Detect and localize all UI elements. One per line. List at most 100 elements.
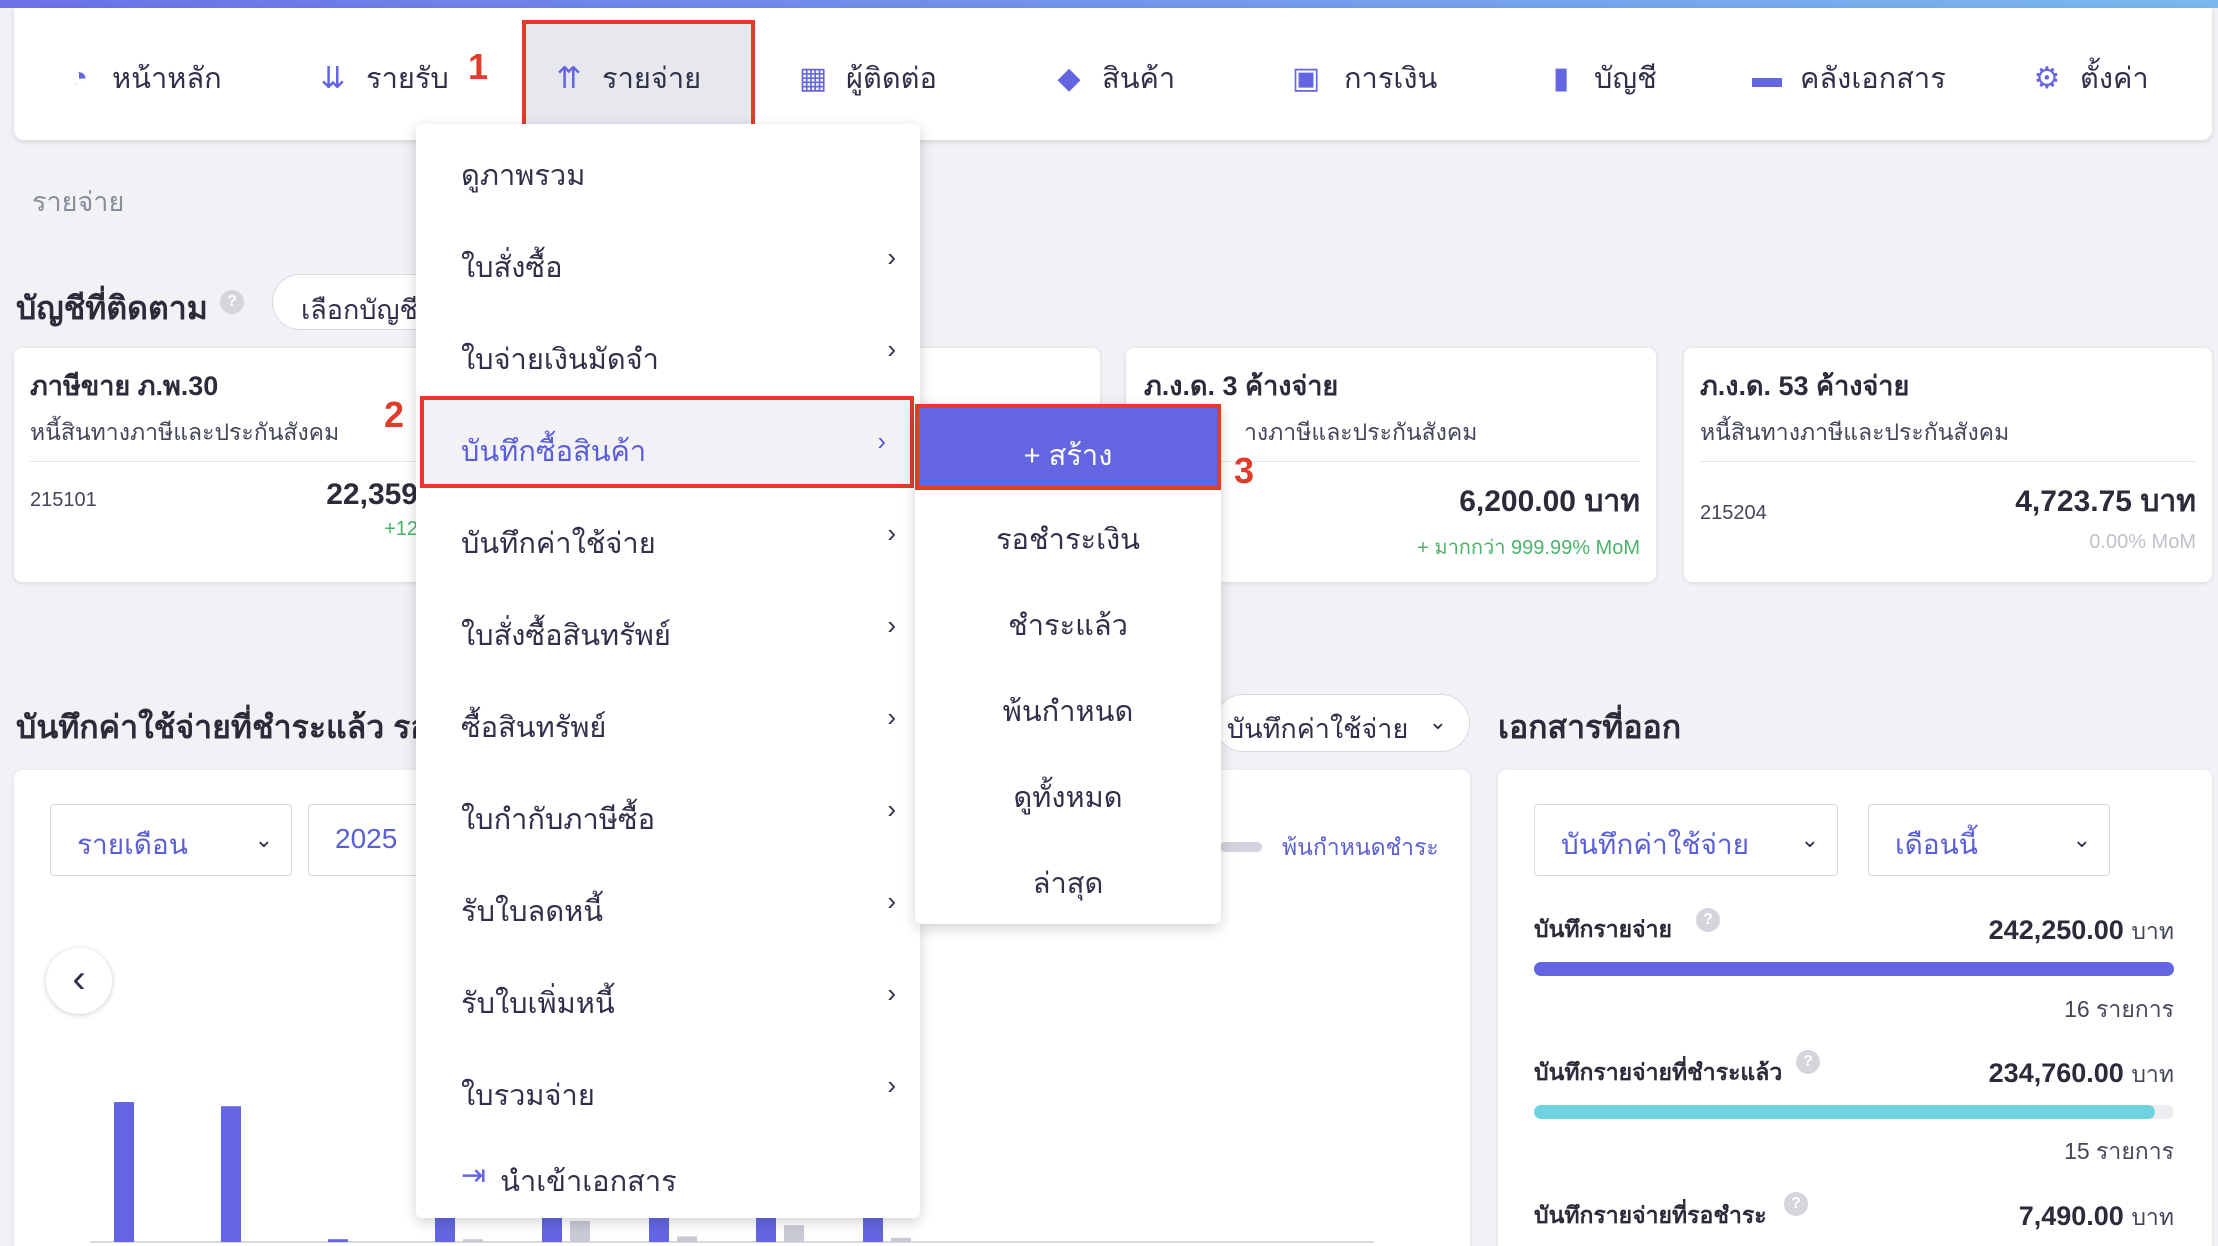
- issued-row-label: บันทึกรายจ่าย: [1534, 916, 1673, 942]
- amount-value: 7,490.00: [2018, 1201, 2124, 1231]
- menu-item-purchase-record[interactable]: บันทึกซื้อสินค้า ›: [420, 396, 914, 488]
- menu-item-label: ดูภาพรวม: [461, 160, 586, 192]
- submenu-item-awaiting-payment[interactable]: รอชำระเงิน: [915, 516, 1221, 562]
- nav-item-finance[interactable]: ▣ การเงิน: [1284, 48, 1438, 108]
- menu-item-import[interactable]: ⇥ นำเข้าเอกสาร: [416, 1130, 920, 1222]
- menu-item-purchase-order[interactable]: ใบสั่งซื้อ ›: [416, 216, 920, 308]
- issued-period-select[interactable]: เดือนนี้ ⌄: [1868, 804, 2110, 876]
- issued-row-amount: 234,760.00 บาท: [1800, 1057, 2174, 1093]
- nav-item-label: ผู้ติดต่อ: [846, 63, 937, 95]
- menu-item-credit-note[interactable]: รับใบลดหนี้ ›: [416, 860, 920, 952]
- menu-item-combined-payment[interactable]: ใบรวมจ่าย ›: [416, 1044, 920, 1136]
- nav-item-home[interactable]: ◔ หน้าหลัก: [62, 48, 222, 108]
- nav-item-accounting[interactable]: ▮ บัญชี: [1544, 48, 1657, 108]
- menu-item-debit-note[interactable]: รับใบเพิ่มหนี้ ›: [416, 952, 920, 1044]
- create-button[interactable]: + สร้าง: [915, 404, 1221, 490]
- chart-bar[interactable]: [114, 1102, 134, 1242]
- chart-bar[interactable]: [784, 1225, 804, 1242]
- account-mom: 0.00% MoM: [2089, 531, 2196, 553]
- chart-bar[interactable]: [463, 1239, 483, 1242]
- submenu-item-latest[interactable]: ล่าสุด: [915, 860, 1221, 906]
- nav-item-label: รายรับ: [366, 63, 449, 95]
- nav-item-label: คลังเอกสาร: [1800, 63, 1946, 95]
- account-card-title: ภ.ง.ด. 3 ค้างจ่าย: [1144, 371, 1339, 401]
- chevron-right-icon: ›: [887, 334, 896, 364]
- chart-bar[interactable]: [570, 1221, 590, 1242]
- step-marker-2: 2: [384, 394, 405, 435]
- menu-item-expense-record[interactable]: บันทึกค่าใช้จ่าย ›: [416, 492, 920, 584]
- submenu-item-overdue[interactable]: พ้นกำหนด: [915, 688, 1221, 734]
- chevron-right-icon: ›: [887, 610, 896, 640]
- chart-bar[interactable]: [221, 1106, 241, 1242]
- issued-row-label: บันทึกรายจ่ายที่ชำระแล้ว: [1534, 1059, 1783, 1085]
- breadcrumb: รายจ่าย: [32, 187, 125, 217]
- contacts-icon: ▦: [798, 61, 828, 95]
- amount-unit: บาท: [2131, 918, 2174, 944]
- chevron-right-icon: ›: [887, 978, 896, 1008]
- ledger-icon: ▮: [1552, 61, 1570, 95]
- menu-item-label: ใบรวมจ่าย: [461, 1080, 595, 1112]
- nav-item-documents[interactable]: ▬ คลังเอกสาร: [1750, 48, 1946, 108]
- money-icon: ▣: [1291, 61, 1321, 95]
- account-card-title: ภ.ง.ด. 53 ค้างจ่าย: [1700, 371, 1910, 401]
- top-accent-strip: [0, 0, 2218, 8]
- expense-icon: ⇈: [556, 61, 582, 95]
- chart-bar[interactable]: [891, 1237, 911, 1242]
- account-code: 215101: [30, 489, 97, 511]
- menu-item-deposit-payment[interactable]: ใบจ่ายเงินมัดจำ ›: [416, 308, 920, 400]
- nav-item-label: หน้าหลัก: [112, 63, 222, 95]
- nav-item-settings[interactable]: ⚙ ตั้งค่า: [2030, 48, 2149, 108]
- issued-row-count: 15 รายการ: [2064, 1138, 2174, 1164]
- menu-item-label: บันทึกซื้อสินค้า: [461, 436, 647, 468]
- expense-dropdown-menu: ดูภาพรวม ใบสั่งซื้อ › ใบจ่ายเงินมัดจำ › บั…: [416, 124, 920, 1218]
- account-mom: +12: [384, 518, 418, 540]
- account-amount: 6,200.00 บาท: [1459, 485, 1640, 518]
- select-value: บันทึกค่าใช้จ่าย: [1561, 829, 1749, 860]
- chevron-right-icon: ›: [887, 518, 896, 548]
- select-value: บันทึกค่าใช้จ่าย: [1227, 714, 1409, 744]
- menu-item-asset-po[interactable]: ใบสั่งซื้อสินทรัพย์ ›: [416, 584, 920, 676]
- issued-row-label: บันทึกรายจ่ายที่รอชำระ: [1534, 1202, 1767, 1228]
- menu-item-label: ใบกำกับภาษีซื้อ: [461, 804, 655, 836]
- submenu-item-paid[interactable]: ชำระแล้ว: [915, 602, 1221, 648]
- chart-bar[interactable]: [677, 1236, 697, 1242]
- help-icon[interactable]: ?: [1696, 908, 1720, 932]
- progress-fill: [1534, 1105, 2155, 1119]
- amount-value: 242,250.00: [1988, 915, 2124, 945]
- account-card-subtitle: หนี้สินทางภาษีและประกันสังคม: [1700, 419, 2010, 445]
- step-marker-1: 1: [468, 46, 489, 87]
- nav-item-label: บัญชี: [1594, 63, 1657, 95]
- divider: [30, 461, 418, 462]
- account-card-subtitle: หนี้สินทางภาษีและประกันสังคม: [30, 419, 340, 445]
- account-card[interactable]: ภาษีขาย ภ.พ.30 หนี้สินทางภาษีและประกันสั…: [14, 348, 434, 582]
- nav-item-contacts[interactable]: ▦ ผู้ติดต่อ: [796, 48, 937, 108]
- help-icon[interactable]: ?: [220, 290, 244, 314]
- menu-item-label: รับใบเพิ่มหนี้: [461, 988, 615, 1020]
- account-code: 215204: [1700, 502, 1767, 524]
- account-amount: 22,359: [326, 478, 418, 511]
- nav-item-income[interactable]: ⇊ รายรับ: [316, 48, 449, 108]
- dashboard-icon: ◔: [69, 61, 89, 94]
- issued-docs-title: เอกสารที่ออก: [1498, 709, 1682, 745]
- issued-doc-select[interactable]: บันทึกค่าใช้จ่าย ⌄: [1534, 804, 1838, 876]
- issued-row-progress: [1534, 962, 2174, 976]
- folder-icon: ▬: [1752, 61, 1782, 94]
- menu-item-label: บันทึกค่าใช้จ่าย: [461, 528, 656, 560]
- nav-item-label: สินค้า: [1102, 63, 1176, 95]
- submenu-item-view-all[interactable]: ดูทั้งหมด: [915, 774, 1221, 820]
- chevron-down-icon: ⌄: [1428, 709, 1447, 734]
- chart-bar[interactable]: [328, 1239, 348, 1242]
- chevron-right-icon: ›: [887, 794, 896, 824]
- menu-item-purchase-tax-invoice[interactable]: ใบกำกับภาษีซื้อ ›: [416, 768, 920, 860]
- amount-value: 234,760.00: [1988, 1058, 2124, 1088]
- menu-item-asset-purchase[interactable]: ซื้อสินทรัพย์ ›: [416, 676, 920, 768]
- account-amount: 4,723.75 บาท: [2015, 485, 2196, 518]
- nav-item-expense[interactable]: ⇈ รายจ่าย: [552, 48, 701, 108]
- expense-doc-type-select[interactable]: บันทึกค่าใช้จ่าย ⌄: [1214, 694, 1470, 752]
- chevron-right-icon: ›: [887, 242, 896, 272]
- nav-item-products[interactable]: ◆ สินค้า: [1052, 48, 1175, 108]
- account-card[interactable]: ภ.ง.ด. 53 ค้างจ่าย หนี้สินทางภาษีและประก…: [1684, 348, 2212, 582]
- menu-item-overview[interactable]: ดูภาพรวม: [416, 124, 920, 216]
- chevron-down-icon: ⌄: [2072, 827, 2091, 852]
- amount-unit: บาท: [2131, 1204, 2174, 1230]
